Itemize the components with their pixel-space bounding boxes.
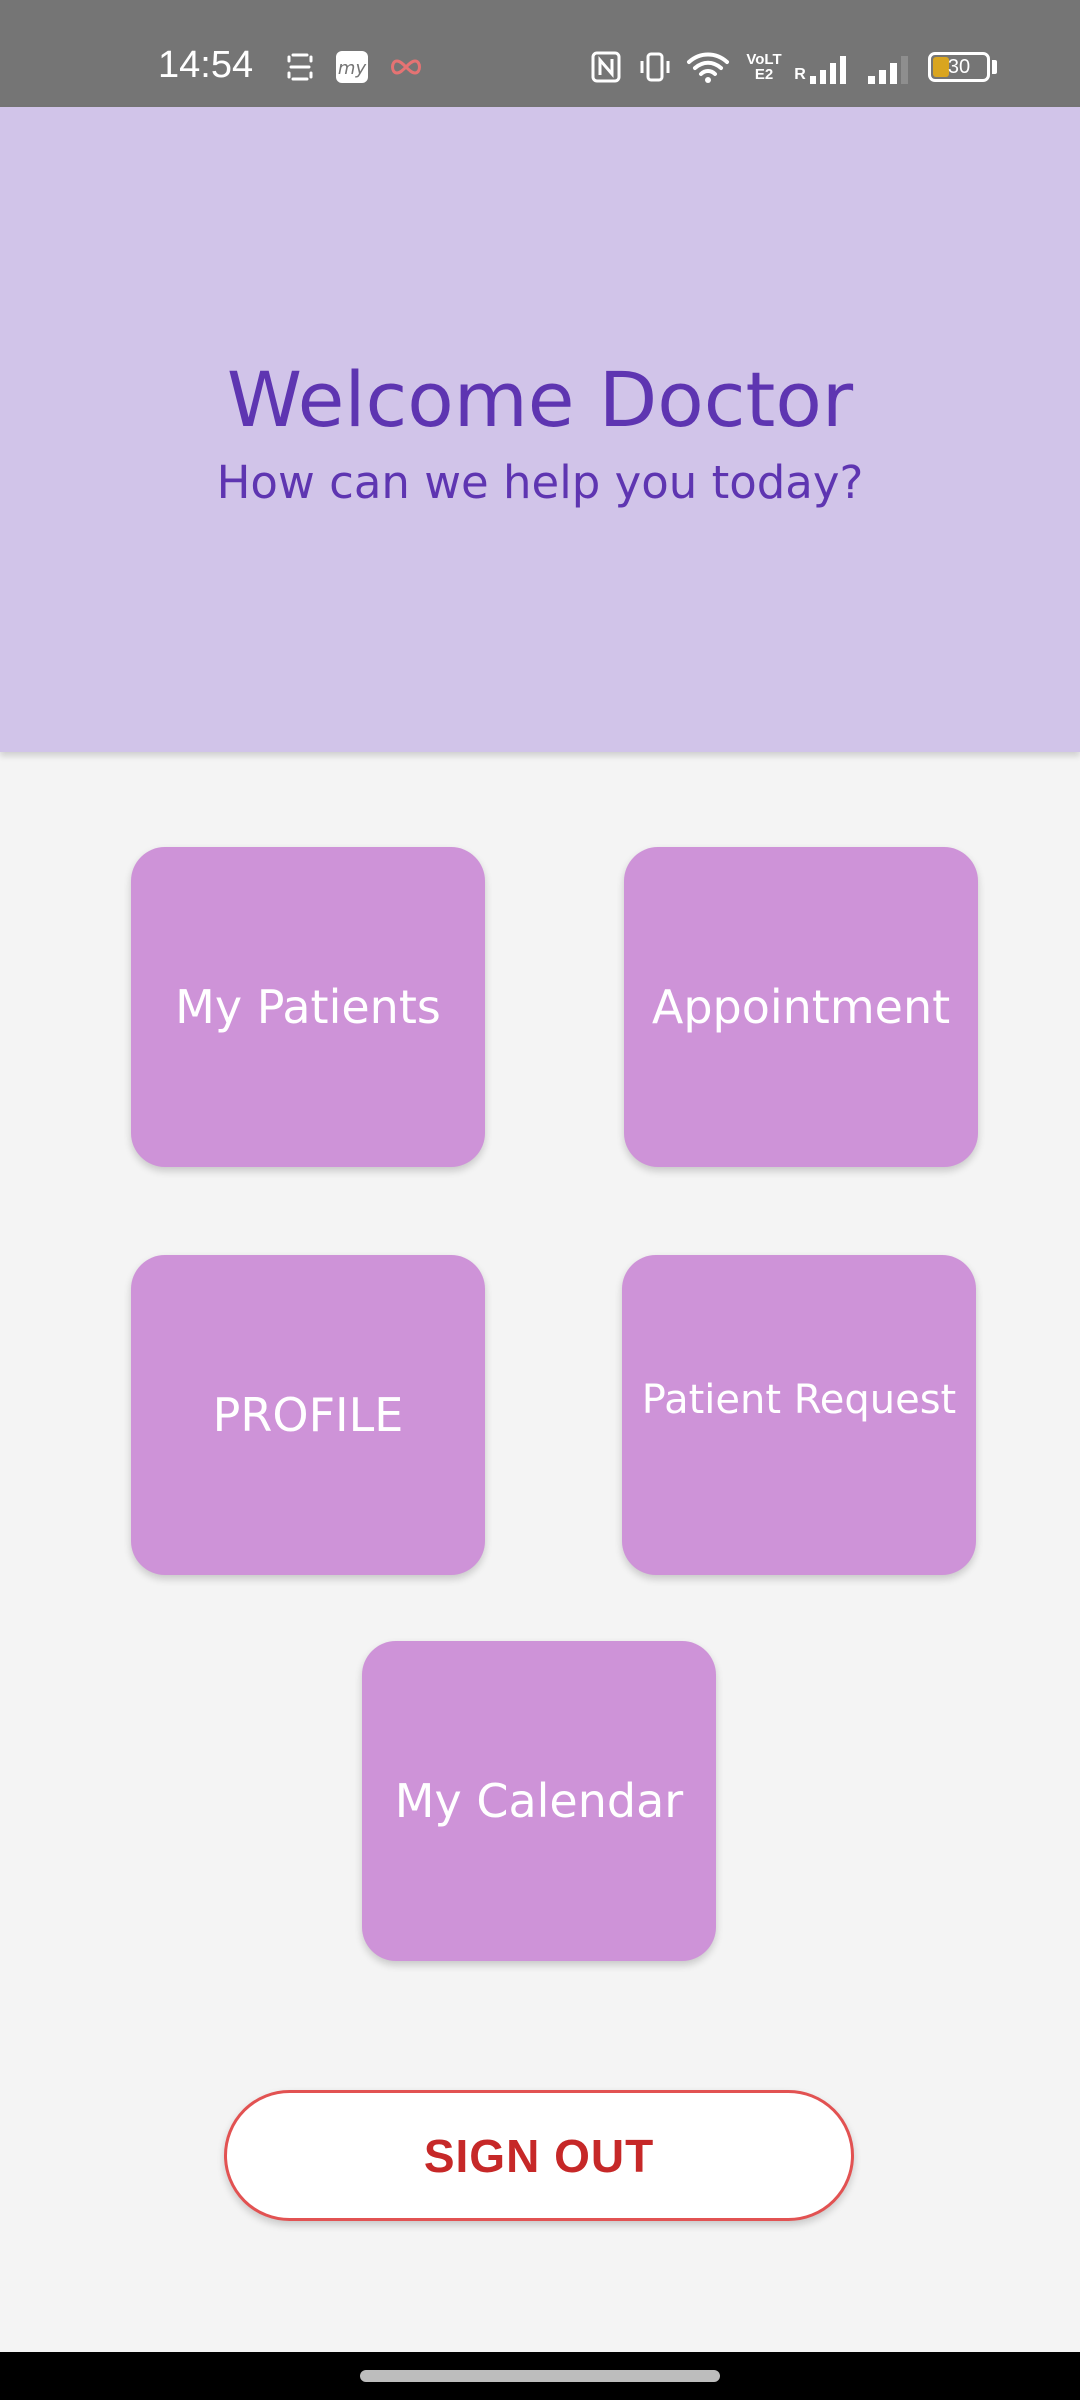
volte-icon: VoLTE2 [744,50,784,84]
my-calendar-button[interactable]: My Calendar [362,1641,716,1961]
wifi-icon [686,50,730,84]
roaming-label: R [794,66,806,83]
welcome-subtitle: How can we help you today? [216,456,864,509]
sign-out-label: SIGN OUT [423,2129,655,2182]
my-app-icon: my [334,50,370,84]
profile-label: PROFILE [212,1388,404,1442]
welcome-header: Welcome Doctor How can we help you today… [0,107,1080,752]
patient-request-label: Patient Request [641,1377,957,1423]
status-time: 14:54 [158,44,254,86]
home-gesture-handle[interactable] [360,2370,720,2382]
profile-button[interactable]: PROFILE [131,1255,485,1575]
signal-icon [866,50,910,84]
infinity-icon [388,50,424,84]
battery-icon: 30 [928,52,990,82]
battery-tip [992,60,997,74]
patient-request-button[interactable]: Patient Request [622,1255,976,1575]
vibrate-icon [638,50,672,84]
my-patients-label: My Patients [175,980,441,1034]
appointment-button[interactable]: Appointment [624,847,978,1167]
battery-level: 30 [947,56,971,78]
status-bar: 14:54 my VoLTE2 R 30 [0,0,1080,107]
welcome-title: Welcome Doctor [226,355,854,444]
volte-label: VoLTE2 [746,51,782,83]
my-calendar-label: My Calendar [394,1774,684,1828]
nfc-icon [590,50,622,84]
sign-out-button[interactable]: SIGN OUT [224,2090,854,2221]
navigation-bar [0,2352,1080,2400]
svg-text:my: my [338,58,367,79]
my-patients-button[interactable]: My Patients [131,847,485,1167]
appointment-label: Appointment [651,980,951,1034]
signal-roaming-icon: R [792,50,848,84]
screen-capture-icon [283,50,317,84]
